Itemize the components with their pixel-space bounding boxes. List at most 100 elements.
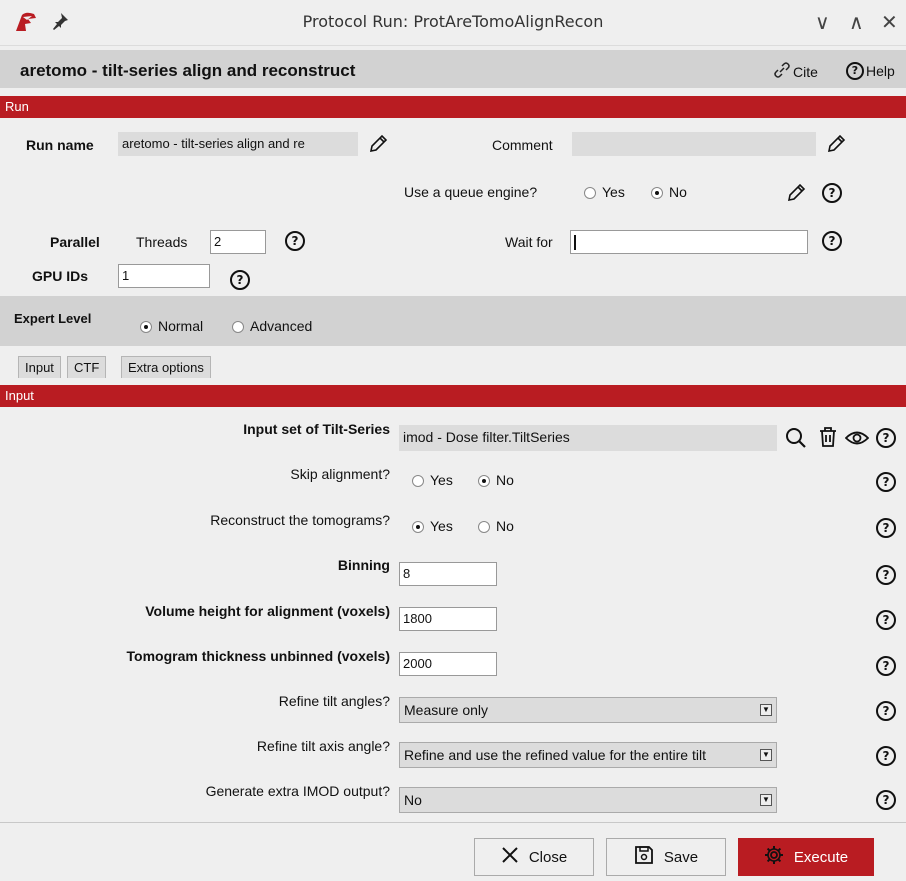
imod-output-label: Generate extra IMOD output? [205,783,390,799]
maximize-icon[interactable]: ∧ [849,10,864,34]
reconstruct-no-radio[interactable]: No [478,518,514,534]
tomo-thickness-help-icon[interactable]: ? [876,656,896,676]
tab-input[interactable]: Input [18,356,61,378]
edit-queue-icon[interactable] [786,183,806,206]
app-logo-icon [14,11,38,36]
skip-alignment-yes-label: Yes [430,472,453,488]
cite-button[interactable]: Cite [773,62,818,81]
gear-icon [764,845,784,869]
imod-output-select[interactable]: No ▼ [399,787,777,813]
threads-label: Threads [136,234,188,250]
tab-extra-options[interactable]: Extra options [121,356,211,378]
skip-alignment-help-icon[interactable]: ? [876,472,896,492]
expert-level-label: Expert Level [14,311,92,326]
refine-tilt-select[interactable]: Measure only ▼ [399,697,777,723]
tab-ctf[interactable]: CTF [67,356,107,378]
dropdown-arrow-icon: ▼ [760,704,772,716]
run-section-bar: Run [0,96,906,118]
gpu-ids-label: GPU IDs [32,268,89,284]
expert-advanced-label: Advanced [250,318,313,334]
threads-help-icon[interactable]: ? [285,231,305,251]
tilt-series-field[interactable]: imod - Dose filter.TiltSeries [399,425,777,451]
help-label: Help [866,63,895,79]
link-icon [773,62,791,81]
window-title: Protocol Run: ProtAreTomoAlignRecon [302,12,604,31]
expert-normal-label: Normal [158,318,204,334]
binning-field[interactable]: 8 [399,562,497,586]
trash-icon[interactable] [818,426,838,451]
parallel-label: Parallel [50,234,100,250]
protocol-header: aretomo - tilt-series align and reconstr… [0,50,906,88]
protocol-title: aretomo - tilt-series align and reconstr… [20,61,356,80]
refine-axis-value: Refine and use the refined value for the… [404,747,706,763]
comment-field[interactable] [572,132,816,156]
dropdown-arrow-icon: ▼ [760,794,772,806]
threads-field[interactable]: 2 [210,230,266,254]
imod-output-help-icon[interactable]: ? [876,790,896,810]
refine-tilt-label: Refine tilt angles? [278,693,390,709]
help-icon: ? [846,62,864,80]
close-window-icon[interactable]: ✕ [881,10,898,34]
queue-label: Use a queue engine? [404,184,538,200]
reconstruct-no-label: No [496,518,514,534]
tilt-series-help-icon[interactable]: ? [876,428,896,448]
edit-comment-icon[interactable] [826,134,846,157]
dropdown-arrow-icon: ▼ [760,749,772,761]
expert-normal-radio[interactable]: Normal [140,318,203,334]
pin-icon[interactable] [50,11,70,34]
wait-for-help-icon[interactable]: ? [822,231,842,251]
wait-for-field[interactable] [570,230,808,254]
volume-height-label: Volume height for alignment (voxels) [145,603,390,619]
refine-tilt-value: Measure only [404,702,489,718]
queue-yes-label: Yes [602,184,625,200]
edit-run-name-icon[interactable] [368,134,388,157]
minimize-icon[interactable]: ∨ [815,10,830,34]
run-name-label: Run name [26,137,94,153]
expert-advanced-radio[interactable]: Advanced [232,318,312,334]
expert-level-panel [0,296,906,346]
skip-alignment-yes-radio[interactable]: Yes [412,472,453,488]
skip-alignment-label: Skip alignment? [290,466,390,482]
cite-label: Cite [793,63,818,80]
tomo-thickness-field[interactable]: 2000 [399,652,497,676]
volume-height-help-icon[interactable]: ? [876,610,896,630]
reconstruct-yes-label: Yes [430,518,453,534]
binning-label: Binning [337,557,390,573]
queue-no-label: No [669,184,687,200]
gpu-ids-help-icon[interactable]: ? [230,270,250,290]
reconstruct-yes-radio[interactable]: Yes [412,518,453,534]
input-section-bar: Input [0,385,906,407]
tilt-series-label: Input set of Tilt-Series [243,421,390,437]
gpu-ids-field[interactable]: 1 [118,264,210,288]
binning-help-icon[interactable]: ? [876,565,896,585]
close-button-label: Close [528,848,568,866]
skip-alignment-no-radio[interactable]: No [478,472,514,488]
search-icon[interactable] [785,427,807,452]
save-button-label: Save [663,848,699,866]
reconstruct-help-icon[interactable]: ? [876,518,896,538]
close-button[interactable]: Close [474,838,594,876]
save-icon [634,845,654,869]
tomo-thickness-label: Tomogram thickness unbinned (voxels) [126,648,390,664]
refine-axis-help-icon[interactable]: ? [876,746,896,766]
refine-tilt-help-icon[interactable]: ? [876,701,896,721]
queue-help-icon[interactable]: ? [822,183,842,203]
save-button[interactable]: Save [606,838,726,876]
queue-yes-radio[interactable]: Yes [584,184,625,200]
wait-for-label: Wait for [505,234,553,250]
execute-button-label: Execute [793,848,849,866]
text-cursor [574,235,576,251]
refine-axis-label: Refine tilt axis angle? [256,738,390,754]
run-name-field[interactable]: aretomo - tilt-series align and re [118,132,358,156]
eye-icon[interactable] [844,429,870,450]
execute-button[interactable]: Execute [738,838,874,876]
close-icon [501,846,519,868]
comment-label: Comment [492,137,553,153]
reconstruct-label: Reconstruct the tomograms? [210,512,390,528]
refine-axis-select[interactable]: Refine and use the refined value for the… [399,742,777,768]
queue-no-radio[interactable]: No [651,184,687,200]
imod-output-value: No [404,792,422,808]
help-button[interactable]: ? Help [846,62,895,80]
volume-height-field[interactable]: 1800 [399,607,497,631]
skip-alignment-no-label: No [496,472,514,488]
